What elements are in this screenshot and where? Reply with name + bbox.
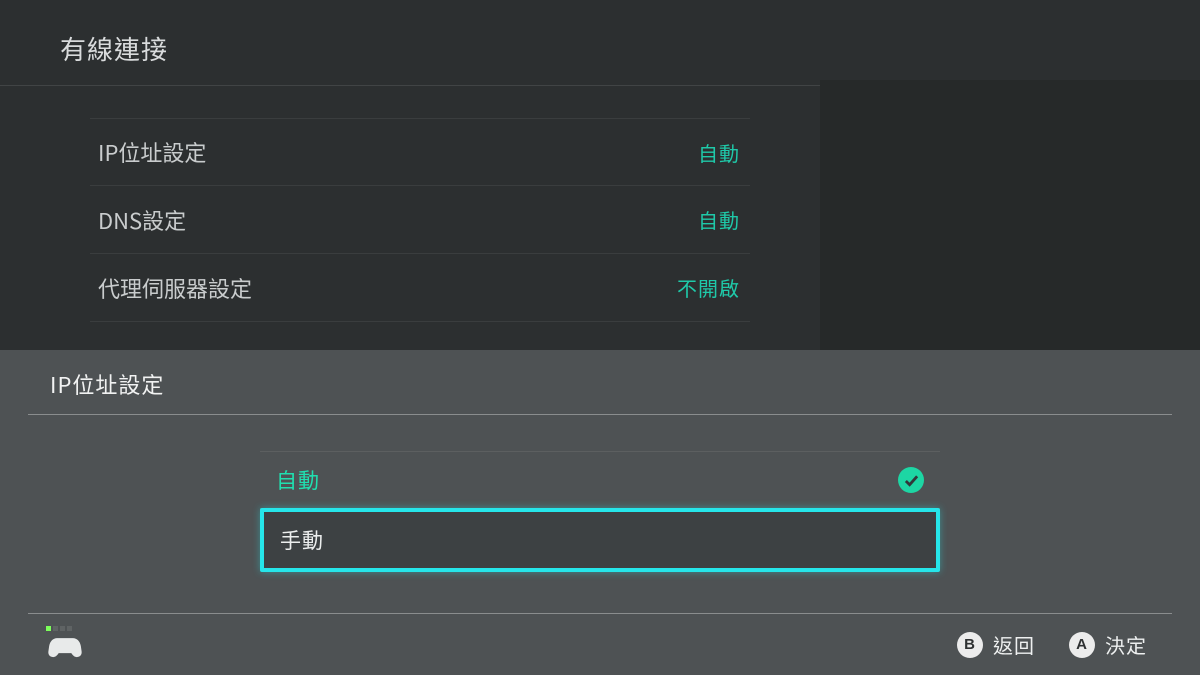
dialog-panel: IP位址設定 自動 手動: [0, 350, 1200, 675]
hint-confirm[interactable]: A 決定: [1069, 630, 1147, 659]
row-ip-settings[interactable]: IP位址設定 自動: [90, 118, 750, 186]
row-label: DNS設定: [98, 204, 186, 236]
dialog-title: IP位址設定: [0, 350, 1200, 414]
a-button-icon: A: [1069, 632, 1095, 658]
page-title: 有線連接: [0, 0, 1200, 86]
row-dns-settings[interactable]: DNS設定 自動: [90, 186, 750, 254]
hint-label: 決定: [1105, 630, 1147, 659]
b-button-icon: B: [957, 632, 983, 658]
footer-bar: B 返回 A 決定: [28, 613, 1172, 675]
row-proxy-settings[interactable]: 代理伺服器設定 不開啟: [90, 254, 750, 322]
row-label: IP位址設定: [98, 136, 206, 168]
option-auto[interactable]: 自動: [260, 451, 940, 509]
option-manual[interactable]: 手動: [260, 508, 940, 572]
dialog-options: 自動 手動: [260, 451, 940, 572]
side-panel: [820, 80, 1200, 350]
footer-hints: B 返回 A 決定: [957, 630, 1147, 659]
divider: [28, 414, 1172, 415]
row-value: 不開啟: [677, 273, 740, 302]
option-label: 自動: [276, 465, 320, 495]
player-leds-icon: [46, 626, 84, 631]
row-value: 自動: [698, 205, 740, 234]
row-label: 代理伺服器設定: [98, 272, 252, 304]
settings-list: IP位址設定 自動 DNS設定 自動 代理伺服器設定 不開啟: [90, 86, 750, 322]
controller-icon: [46, 640, 84, 664]
row-value: 自動: [698, 138, 740, 167]
hint-label: 返回: [993, 630, 1035, 659]
option-label: 手動: [280, 525, 324, 555]
controller-indicator: [46, 626, 84, 664]
check-icon: [898, 467, 924, 493]
hint-back[interactable]: B 返回: [957, 630, 1035, 659]
